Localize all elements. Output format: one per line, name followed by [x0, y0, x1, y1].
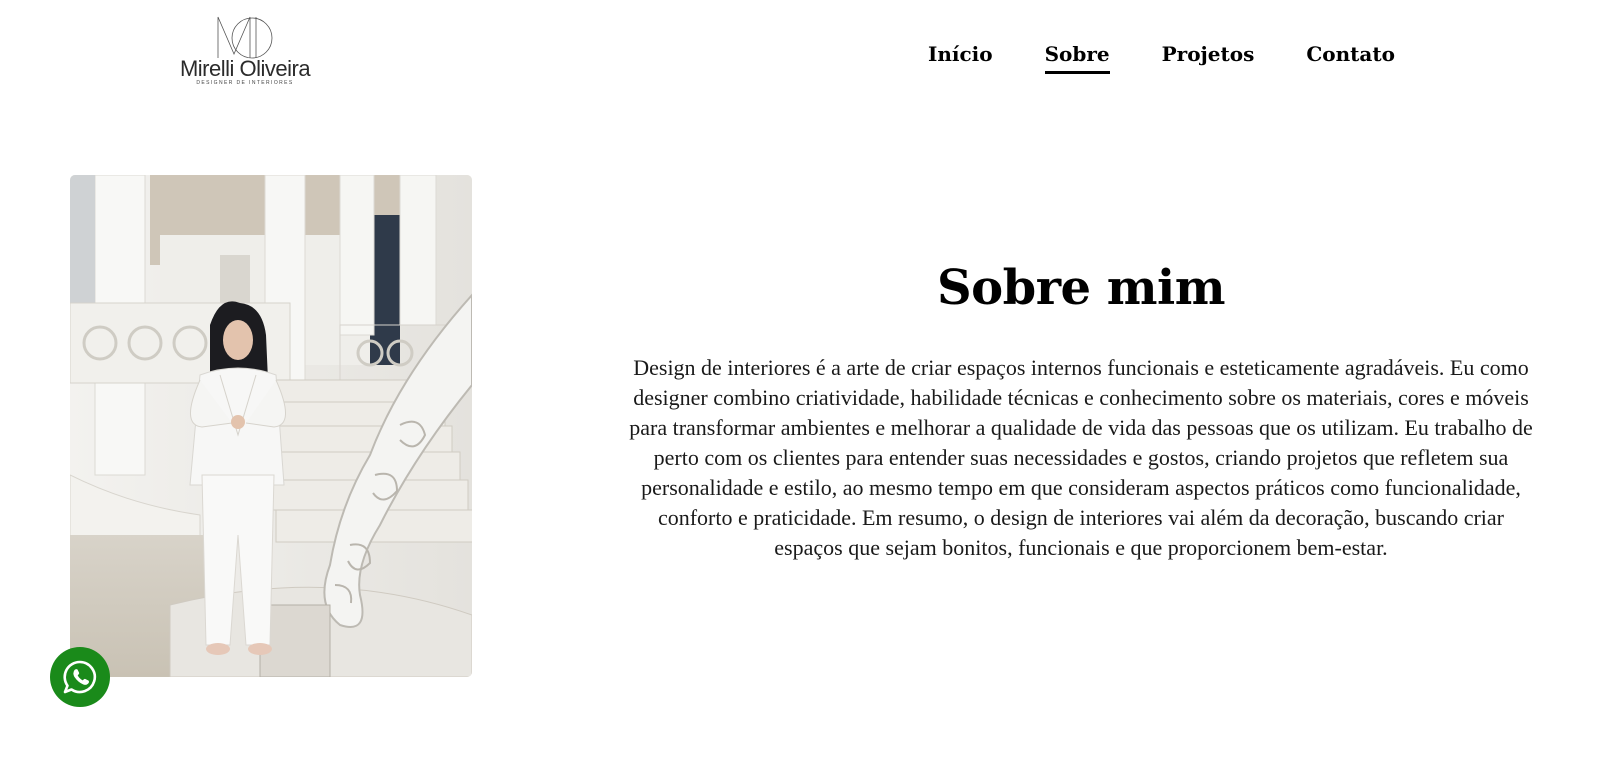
- main-nav: Início Sobre Projetos Contato: [928, 42, 1395, 76]
- site-header: Mirelli Oliveira DESIGNER DE INTERIORES …: [0, 0, 1599, 110]
- about-section: Sobre mim Design de interiores é a arte …: [626, 255, 1536, 563]
- page-title: Sobre mim: [936, 260, 1226, 316]
- brand-logo[interactable]: Mirelli Oliveira DESIGNER DE INTERIORES: [170, 14, 320, 90]
- designer-portrait-photo: [70, 175, 472, 677]
- brand-name: Mirelli Oliveira: [179, 56, 311, 81]
- monogram-icon: [217, 16, 273, 59]
- nav-item-contato[interactable]: Contato: [1306, 42, 1395, 74]
- whatsapp-button[interactable]: [50, 647, 110, 707]
- nav-item-inicio[interactable]: Início: [928, 42, 993, 74]
- about-paragraph: Design de interiores é a arte de criar e…: [629, 355, 1533, 560]
- nav-item-projetos[interactable]: Projetos: [1162, 42, 1255, 74]
- portrait-illustration: [70, 175, 472, 677]
- nav-item-sobre[interactable]: Sobre: [1044, 42, 1110, 74]
- brand-tagline: DESIGNER DE INTERIORES: [196, 80, 294, 86]
- whatsapp-icon: [63, 660, 97, 694]
